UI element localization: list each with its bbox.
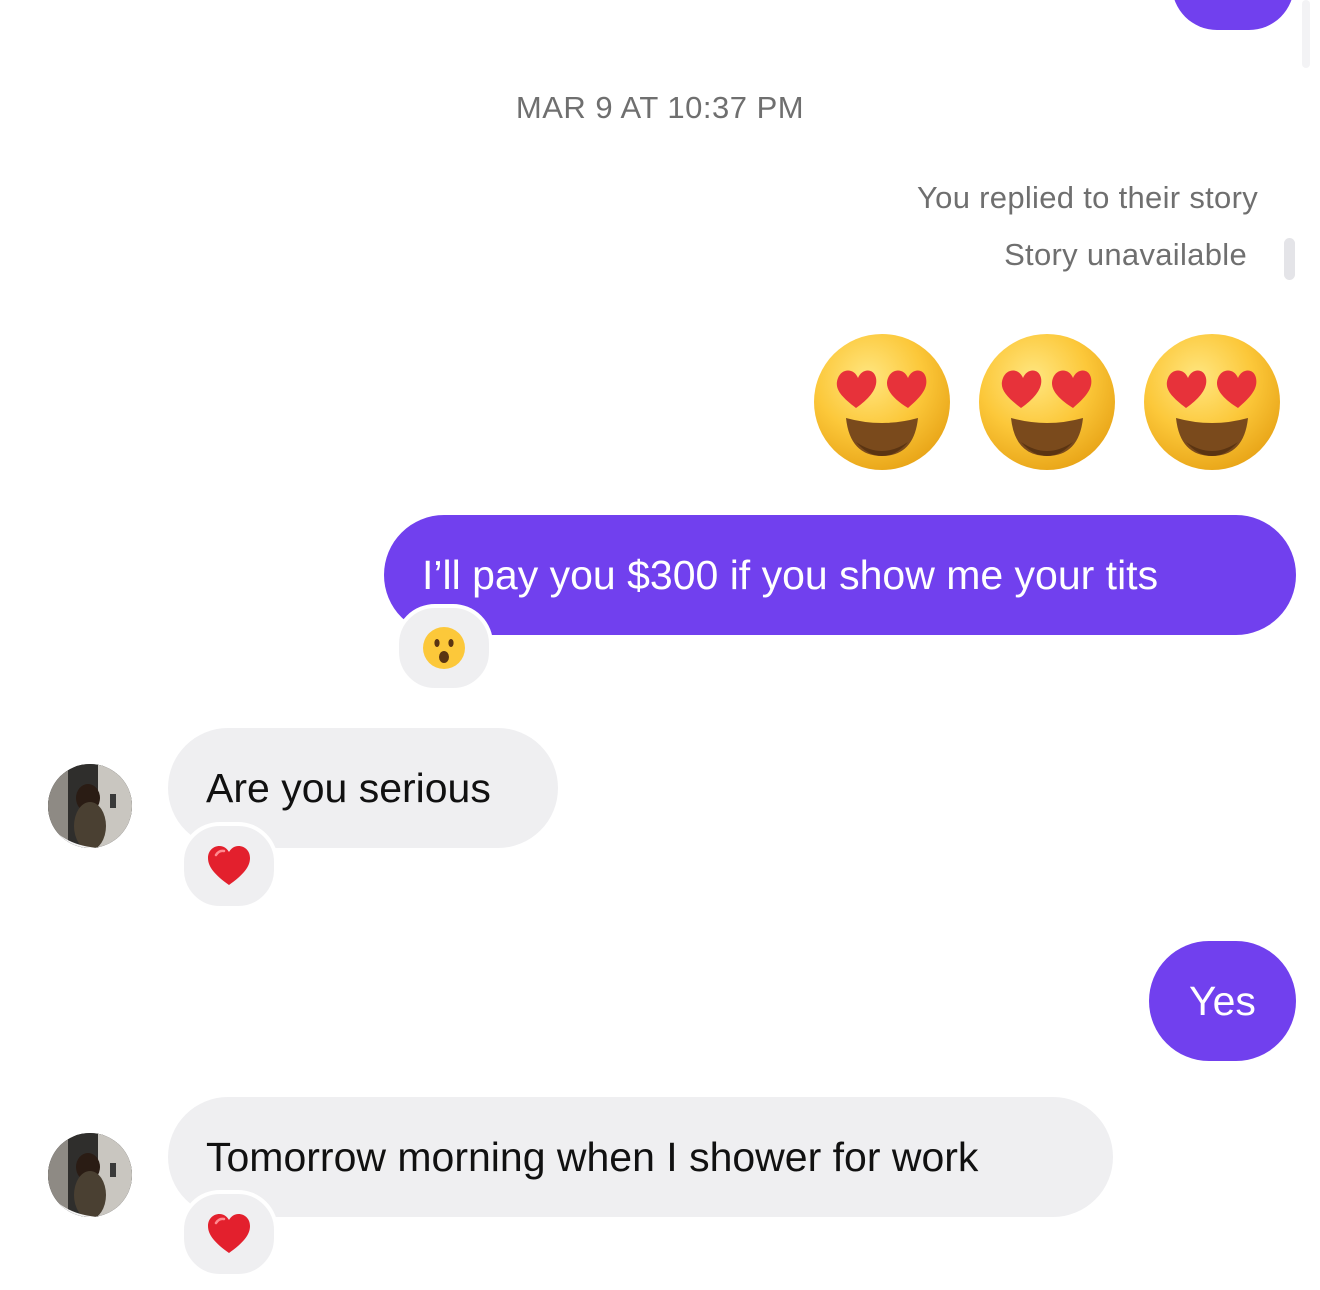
avatar[interactable]	[48, 1133, 132, 1217]
story-reply-bar	[1284, 238, 1295, 280]
received-message-bubble[interactable]: Tomorrow morning when I shower for work	[168, 1097, 1113, 1217]
scroll-indicator	[1302, 0, 1310, 68]
heart-eyes-emoji-icon	[1144, 334, 1280, 470]
message-text: Yes	[1189, 977, 1256, 1024]
profile-photo	[48, 1133, 132, 1217]
message-text: Tomorrow morning when I shower for work	[206, 1133, 979, 1180]
hushed-face-icon	[423, 627, 465, 669]
red-heart-icon	[208, 846, 250, 885]
message-text: I’ll pay you $300 if you show me your ti…	[422, 551, 1159, 598]
previous-sent-bubble[interactable]	[1172, 0, 1294, 30]
message-timestamp: MAR 9 AT 10:37 PM	[515, 90, 805, 125]
heart-eyes-emoji-icon	[814, 334, 950, 470]
red-heart-icon	[208, 1214, 250, 1253]
story-reply-label: You replied to their story	[917, 180, 1258, 215]
message-reaction[interactable]	[180, 1190, 278, 1278]
profile-photo	[48, 764, 132, 848]
heart-eyes-emoji-icon	[979, 334, 1115, 470]
sent-message-bubble[interactable]: Yes	[1149, 941, 1296, 1061]
message-text: Are you serious	[206, 764, 491, 811]
message-reaction[interactable]	[395, 604, 493, 692]
avatar[interactable]	[48, 764, 132, 848]
sent-message-bubble[interactable]: I’ll pay you $300 if you show me your ti…	[384, 515, 1296, 635]
story-unavailable-label[interactable]: Story unavailable	[1004, 237, 1247, 273]
message-reaction[interactable]	[180, 822, 278, 910]
